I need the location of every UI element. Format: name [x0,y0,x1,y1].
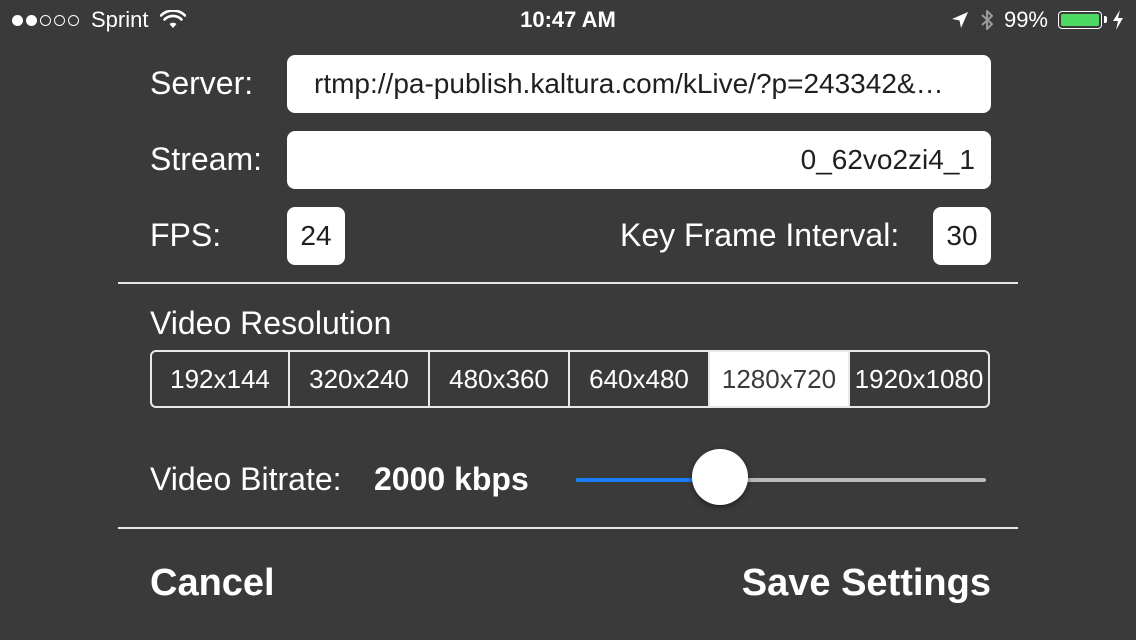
charging-bolt-icon [1113,10,1123,30]
bitrate-slider-track[interactable] [576,478,986,482]
divider-bottom [118,527,1018,529]
bitrate-label: Video Bitrate: [150,461,342,497]
battery-percent: 99% [1003,7,1048,32]
resolution-segmented-control: 192x144 320x240 480x360 640x480 1280x720… [150,350,990,408]
stream-label: Stream: [150,141,263,177]
keyframe-input[interactable]: 30 [933,207,991,265]
location-arrow-icon [951,12,968,28]
divider-top [118,282,1018,284]
cancel-button[interactable]: Cancel [150,560,275,606]
bitrate-slider-thumb[interactable] [691,449,748,505]
resolution-option[interactable]: 640x480 [570,352,710,406]
resolution-label: Video Resolution [150,305,392,341]
status-bar: Sprint 10:47 AM 99% [0,0,1136,40]
server-label: Server: [150,65,254,101]
stream-input[interactable]: 0_62vo2zi4_1 [287,131,991,189]
status-right: 99% [950,6,1124,34]
keyframe-label: Key Frame Interval: [620,217,900,253]
battery-icon [1058,11,1107,29]
resolution-option[interactable]: 1920x1080 [850,352,988,406]
resolution-option[interactable]: 480x360 [430,352,570,406]
save-settings-button[interactable]: Save Settings [742,560,991,606]
resolution-option[interactable]: 320x240 [290,352,430,406]
fps-input[interactable]: 24 [287,207,345,265]
resolution-option[interactable]: 1280x720 [710,352,850,406]
bitrate-value: 2000 kbps [374,461,529,497]
battery-level [1061,14,1099,26]
fps-label: FPS: [150,217,222,253]
bluetooth-icon [981,10,993,30]
server-input[interactable]: rtmp://pa-publish.kaltura.com/kLive/?p=2… [287,55,991,113]
settings-screen: Sprint 10:47 AM 99% Server: rtmp://pa-pu… [0,0,1136,640]
resolution-option[interactable]: 192x144 [152,352,290,406]
battery-tip [1104,16,1107,23]
